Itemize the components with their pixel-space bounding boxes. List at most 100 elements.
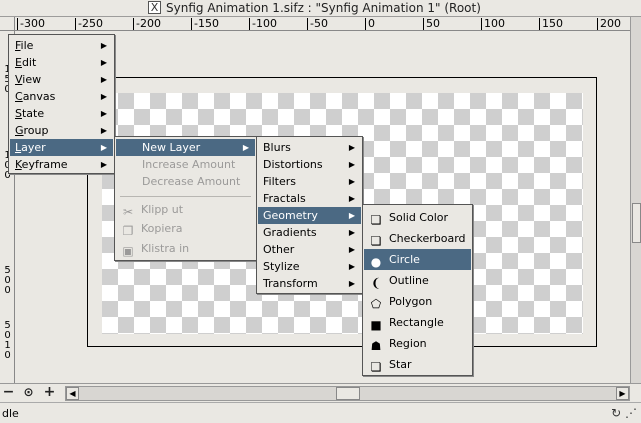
ruler-tick: -200 xyxy=(133,17,161,30)
submenu-arrow-icon: ▶ xyxy=(348,194,355,203)
checkerboard-icon: ❏ xyxy=(370,234,382,248)
submenu-arrow-icon: ▶ xyxy=(100,58,107,67)
menu-item-state[interactable]: State ▶ xyxy=(10,105,113,122)
status-bar: dle ↻ ⋰ xyxy=(0,402,641,423)
menu-item-edit[interactable]: Edit ▶ xyxy=(10,54,113,71)
copy-icon: ❐ xyxy=(122,224,134,238)
ruler-tick: 0 xyxy=(4,350,11,361)
submenu-arrow-icon: ▶ xyxy=(348,160,355,169)
region-icon: ☗ xyxy=(370,339,382,353)
menu-item-blurs[interactable]: Blurs ▶ xyxy=(258,139,361,156)
submenu-arrow-icon: ▶ xyxy=(100,41,107,50)
menu-item-keyframe[interactable]: Keyframe ▶ xyxy=(10,156,113,173)
layer-submenu: New Layer ▶ Increase Amount Decrease Amou… xyxy=(114,136,257,261)
vertical-scrollbar[interactable] xyxy=(630,17,641,383)
canvas-popup-menu: File ▶ Edit ▶ View ▶ Canvas ▶ State ▶ Group ▶ … xyxy=(8,34,115,174)
menu-item-star[interactable]: ❏ Star xyxy=(364,354,471,375)
submenu-arrow-icon: ▶ xyxy=(242,143,249,152)
ruler-tick: -300 xyxy=(17,17,45,30)
menu-item-solid-color[interactable]: ❏ Solid Color xyxy=(364,207,471,228)
menu-item-gradients[interactable]: Gradients ▶ xyxy=(258,224,361,241)
rectangle-icon: ■ xyxy=(370,318,382,332)
submenu-arrow-icon: ▶ xyxy=(100,92,107,101)
ruler-tick: 1 xyxy=(4,340,11,351)
refresh-icon[interactable]: ↻ xyxy=(611,406,621,420)
scroll-left-icon[interactable]: ◀ xyxy=(66,387,79,400)
menu-item-view[interactable]: View ▶ xyxy=(10,71,113,88)
outline-icon: ❨ xyxy=(370,276,382,290)
solid-color-icon: ❏ xyxy=(370,213,382,227)
menu-item-increase-amount[interactable]: Increase Amount xyxy=(116,156,255,173)
ruler-tick: 0 xyxy=(4,275,11,286)
menu-item-region[interactable]: ☗ Region xyxy=(364,333,471,354)
paste-icon: ▣ xyxy=(122,244,134,258)
menu-item-canvas[interactable]: Canvas ▶ xyxy=(10,88,113,105)
menu-item-group[interactable]: Group ▶ xyxy=(10,122,113,139)
star-icon: ❏ xyxy=(370,360,382,374)
ruler-tick: 5 xyxy=(4,320,11,331)
submenu-arrow-icon: ▶ xyxy=(348,262,355,271)
menu-item-geometry[interactable]: Geometry ▶ xyxy=(258,207,361,224)
menu-item-circle[interactable]: ● Circle xyxy=(364,249,471,270)
menu-item-stylize[interactable]: Stylize ▶ xyxy=(258,258,361,275)
ruler-tick: 0 xyxy=(4,285,11,296)
menu-item-layer[interactable]: Layer ▶ xyxy=(10,139,113,156)
ruler-tick: 0 xyxy=(4,330,11,341)
circle-icon: ● xyxy=(370,255,382,269)
ruler-tick: 5 xyxy=(4,265,11,276)
ruler-tick: 100 xyxy=(481,17,505,30)
horizontal-scroll-thumb[interactable] xyxy=(336,387,360,400)
menu-item-rectangle[interactable]: ■ Rectangle xyxy=(364,312,471,333)
submenu-arrow-icon: ▶ xyxy=(348,211,355,220)
menu-item-paste[interactable]: ▣ Klistra in xyxy=(116,240,255,258)
submenu-arrow-icon: ▶ xyxy=(348,279,355,288)
submenu-arrow-icon: ▶ xyxy=(100,126,107,135)
title-bar: X Synfig Animation 1.sifz : "Synfig Anim… xyxy=(0,0,641,17)
menu-item-cut[interactable]: ✂ Klipp ut xyxy=(116,201,255,219)
ruler-tick: -150 xyxy=(191,17,219,30)
menu-item-filters[interactable]: Filters ▶ xyxy=(258,173,361,190)
scroll-right-icon[interactable]: ▶ xyxy=(616,387,629,400)
menu-item-copy[interactable]: ❐ Kopiera xyxy=(116,220,255,238)
ruler-tick: 200 xyxy=(597,17,621,30)
submenu-arrow-icon: ▶ xyxy=(348,143,355,152)
submenu-arrow-icon: ▶ xyxy=(348,245,355,254)
horizontal-ruler: -300 -250 -200 -150 -100 -50 0 50 100 15… xyxy=(15,17,630,31)
ruler-tick: -250 xyxy=(75,17,103,30)
menu-item-fractals[interactable]: Fractals ▶ xyxy=(258,190,361,207)
menu-item-outline[interactable]: ❨ Outline xyxy=(364,270,471,291)
geometry-submenu: ❏ Solid Color ❏ Checkerboard ● Circle ❨ Outl… xyxy=(362,204,473,376)
menu-item-polygon[interactable]: ⬠ Polygon xyxy=(364,291,471,312)
bottom-toolbar: − ⊙ + ◀ ▶ xyxy=(0,383,641,402)
menu-item-transform[interactable]: Transform ▶ xyxy=(258,275,361,292)
submenu-arrow-icon: ▶ xyxy=(348,177,355,186)
menu-item-new-layer[interactable]: New Layer ▶ xyxy=(116,139,255,156)
menu-item-file[interactable]: File ▶ xyxy=(10,37,113,54)
submenu-arrow-icon: ▶ xyxy=(100,75,107,84)
polygon-icon: ⬠ xyxy=(370,297,382,311)
zoom-in-icon[interactable]: + xyxy=(42,385,57,401)
menu-separator xyxy=(120,196,251,197)
status-icons: ↻ ⋰ xyxy=(611,406,637,420)
ruler-tick: 50 xyxy=(423,17,440,30)
zoom-out-icon[interactable]: − xyxy=(1,385,16,401)
menu-item-other[interactable]: Other ▶ xyxy=(258,241,361,258)
horizontal-scrollbar[interactable]: ◀ ▶ xyxy=(65,386,630,401)
vertical-scroll-thumb[interactable] xyxy=(632,203,641,243)
scissors-icon: ✂ xyxy=(122,205,134,219)
zoom-fit-icon[interactable]: ⊙ xyxy=(21,386,36,401)
submenu-arrow-icon: ▶ xyxy=(100,143,107,152)
submenu-arrow-icon: ▶ xyxy=(348,228,355,237)
window-title: Synfig Animation 1.sifz : "Synfig Animat… xyxy=(166,1,481,15)
submenu-arrow-icon: ▶ xyxy=(100,160,107,169)
ruler-tick: 150 xyxy=(539,17,563,30)
menu-item-distortions[interactable]: Distortions ▶ xyxy=(258,156,361,173)
ruler-tick: -50 xyxy=(307,17,328,30)
ruler-tick: -100 xyxy=(249,17,277,30)
close-icon[interactable]: X xyxy=(148,1,161,14)
menu-item-decrease-amount[interactable]: Decrease Amount xyxy=(116,173,255,190)
ruler-tick: 0 xyxy=(365,17,375,30)
submenu-arrow-icon: ▶ xyxy=(100,109,107,118)
resize-grip-icon[interactable]: ⋰ xyxy=(625,406,637,420)
menu-item-checkerboard[interactable]: ❏ Checkerboard xyxy=(364,228,471,249)
